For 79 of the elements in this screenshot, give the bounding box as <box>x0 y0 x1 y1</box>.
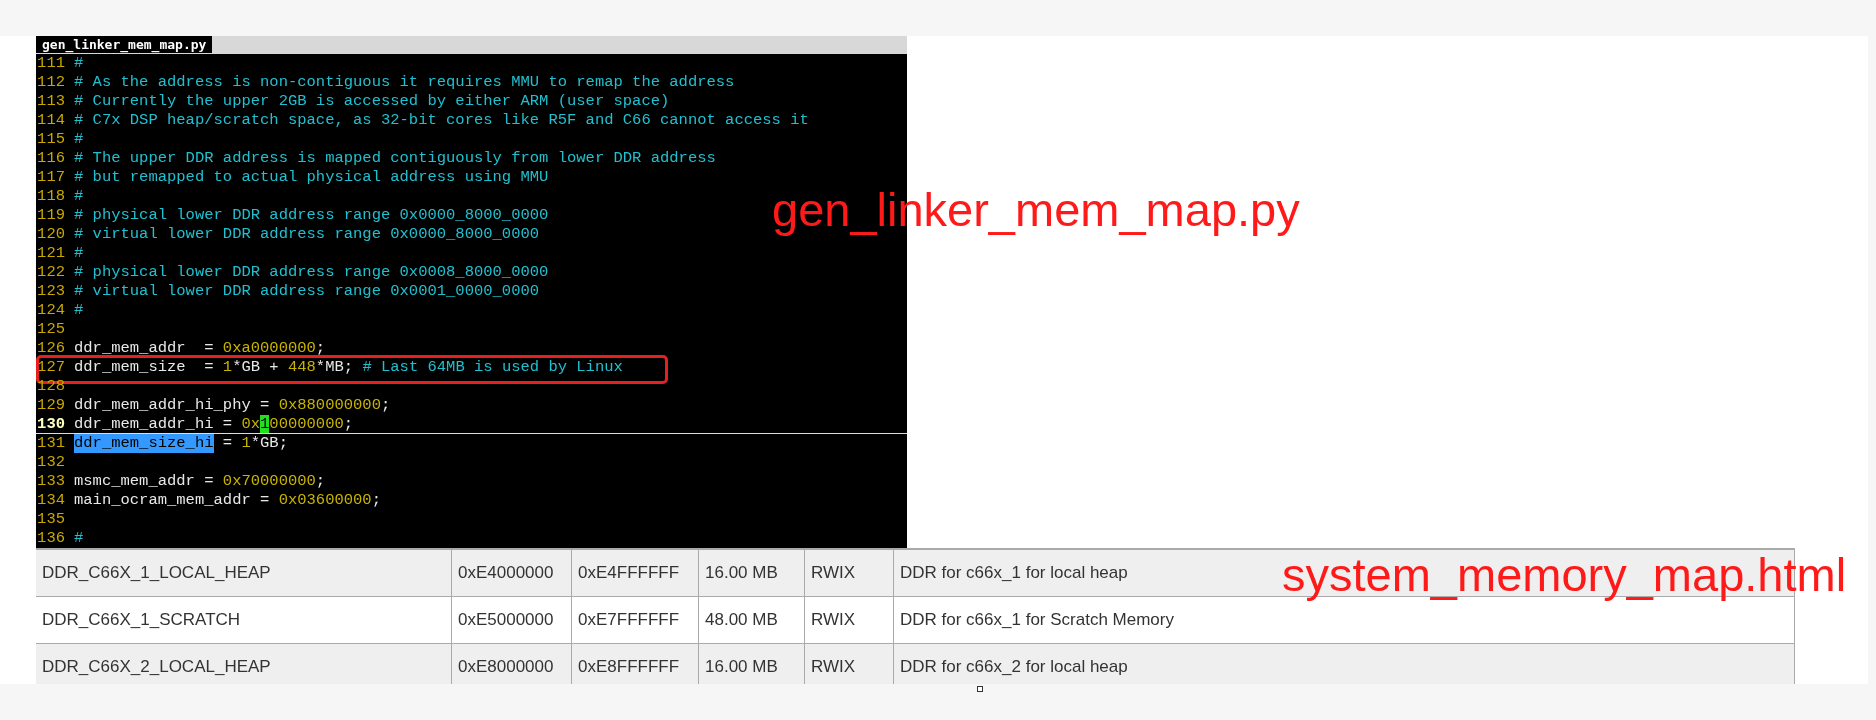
selected-text: ddr_mem_size_hi <box>74 434 214 453</box>
text-cursor: 1 <box>260 415 270 433</box>
table-cell: DDR_C66X_1_SCRATCH <box>36 597 452 643</box>
code-text: # <box>74 187 84 206</box>
line-number: 124 <box>36 301 66 320</box>
code-text: # C7x DSP heap/scratch space, as 32-bit cores like R5F and C66 cannot access it <box>74 111 809 130</box>
code-text: 0x <box>241 415 261 433</box>
code-text: 1 <box>222 358 233 377</box>
code-text: msmc_mem_addr = <box>74 472 215 491</box>
code-text: # virtual lower DDR address range 0x0001_0000_0000 <box>74 282 540 301</box>
line-number: 117 <box>36 168 66 187</box>
code-text: 0xa0000000 <box>222 339 316 358</box>
code-text: *GB + <box>232 358 280 377</box>
code-text: ddr_mem_addr_hi = <box>74 415 234 433</box>
code-text: # physical lower DDR address range 0x0000_8000_0000 <box>74 206 549 225</box>
code-text: main_ocram_mem_addr = <box>74 491 271 510</box>
line-number: 120 <box>36 225 66 244</box>
line-number: 135 <box>36 510 66 529</box>
code-text: ddr_mem_addr_hi_phy = <box>74 396 271 415</box>
code-text: 0x880000000 <box>278 396 381 415</box>
code-text: 0x03600000 <box>278 491 372 510</box>
line-number: 116 <box>36 149 66 168</box>
resize-handle-icon[interactable] <box>977 686 983 692</box>
table-cell: DDR_C66X_1_LOCAL_HEAP <box>36 550 452 596</box>
line-number: 127 <box>36 358 66 377</box>
line-number: 123 <box>36 282 66 301</box>
table-cell: 0xE7FFFFFF <box>572 597 699 643</box>
code-text: # virtual lower DDR address range 0x0000_8000_0000 <box>74 225 540 244</box>
code-text: *GB; <box>250 434 288 453</box>
code-text: # but remapped to actual physical address using MMU <box>74 168 549 187</box>
line-number: 112 <box>36 73 66 92</box>
code-text: # <box>74 529 84 548</box>
code-text: # <box>74 54 84 73</box>
code-text: ddr_mem_addr = <box>74 339 215 358</box>
table-cell: 0xE4000000 <box>452 550 572 596</box>
line-number: 132 <box>36 453 66 472</box>
line-number: 115 <box>36 130 66 149</box>
code-text: ; <box>371 491 381 510</box>
code-text: ; <box>380 396 391 415</box>
code-text: ddr_mem_size = <box>74 358 215 377</box>
line-number: 134 <box>36 491 66 510</box>
file-tab[interactable]: gen_linker_mem_map.py <box>36 36 213 53</box>
code-text: ; <box>343 415 354 433</box>
line-number: 129 <box>36 396 66 415</box>
table-cell: 0xE5000000 <box>452 597 572 643</box>
table-cell: 0xE4FFFFFF <box>572 550 699 596</box>
code-text: # As the address is non-contiguous it requires MMU to remap the address <box>74 73 735 92</box>
line-number: 113 <box>36 92 66 111</box>
line-number: 133 <box>36 472 66 491</box>
line-number: 118 <box>36 187 66 206</box>
code-text: # <box>74 244 84 263</box>
line-number: 119 <box>36 206 66 225</box>
line-number: 136 <box>36 529 66 548</box>
code-text: # <box>74 301 84 320</box>
code-text: 0x70000000 <box>222 472 316 491</box>
line-number: 111 <box>36 54 66 73</box>
code-text: = <box>221 434 234 453</box>
code-text: 448 <box>287 358 316 377</box>
code-text: 1 <box>241 434 251 453</box>
table-cell: 48.00 MB <box>699 597 805 643</box>
code-text: 00000000 <box>269 415 344 433</box>
code-text: ; <box>315 339 326 358</box>
code-text: # <box>74 130 84 149</box>
code-text: # physical lower DDR address range 0x0008_8000_0000 <box>74 263 549 282</box>
code-text: ; <box>315 472 326 491</box>
code-text: *MB; <box>315 358 355 377</box>
line-number: 126 <box>36 339 66 358</box>
line-number: 130 <box>36 415 66 433</box>
table-cell: RWIX <box>805 550 894 596</box>
table-cell: 16.00 MB <box>699 550 805 596</box>
code-text: # Currently the upper 2GB is accessed by either ARM (user space) <box>74 92 670 111</box>
code-text: # Last 64MB is used by Linux <box>362 358 623 377</box>
line-number: 121 <box>36 244 66 263</box>
code-text: # The upper DDR address is mapped contiguously from lower DDR address <box>74 149 716 168</box>
line-number: 125 <box>36 320 66 339</box>
line-number: 114 <box>36 111 66 130</box>
line-number: 122 <box>36 263 66 282</box>
line-number: 131 <box>36 434 66 453</box>
table-cell: RWIX <box>805 597 894 643</box>
